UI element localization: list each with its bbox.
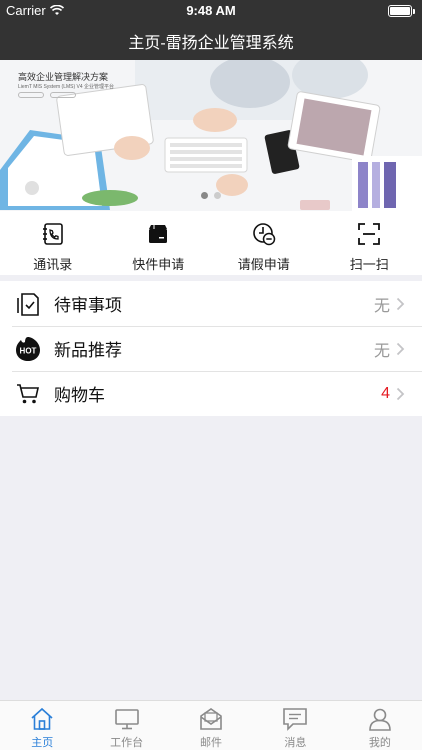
carousel-pager xyxy=(0,192,422,199)
message-icon xyxy=(283,708,308,731)
carousel-dot[interactable] xyxy=(201,192,208,199)
quick-action-leave[interactable]: 请假申请 xyxy=(211,211,317,275)
tab-label: 主页 xyxy=(31,737,54,749)
quick-action-scan[interactable]: 扫一扫 xyxy=(317,211,422,275)
chevron-right-icon xyxy=(396,297,405,310)
banner-headline: 高效企业管理解决方案 xyxy=(18,72,109,82)
tab-bar: 主页 工作台 邮件 消息 我的 xyxy=(0,700,422,750)
nav-bar: 主页-雷扬企业管理系统 xyxy=(0,22,422,60)
banner-mini-buttons xyxy=(18,92,76,98)
tab-home[interactable]: 主页 xyxy=(0,701,84,750)
tab-messages[interactable]: 消息 xyxy=(253,701,337,750)
menu-list: 待审事项 无 HOT 新品推荐 无 购物车 4 xyxy=(0,281,422,416)
list-item-pending-approvals[interactable]: 待审事项 无 xyxy=(0,281,422,326)
tab-label: 工作台 xyxy=(110,737,144,749)
quick-action-label: 快件申请 xyxy=(132,257,185,272)
page-title: 主页-雷扬企业管理系统 xyxy=(128,35,294,52)
monitor-icon xyxy=(114,709,139,730)
list-item-label: 新品推荐 xyxy=(54,341,122,360)
checklist-icon xyxy=(17,292,39,316)
svg-text:HOT: HOT xyxy=(20,346,37,355)
chevron-right-icon xyxy=(396,387,405,400)
quick-action-contacts[interactable]: 通讯录 xyxy=(0,211,106,275)
scan-frame-icon xyxy=(358,223,381,245)
list-item-value: 无 xyxy=(373,297,390,315)
carousel-dot[interactable] xyxy=(214,192,221,199)
list-item-new-products[interactable]: HOT 新品推荐 无 xyxy=(0,326,422,371)
tab-label: 邮件 xyxy=(200,737,223,749)
list-item-value: 无 xyxy=(373,342,390,360)
quick-action-package[interactable]: 快件申请 xyxy=(106,211,212,275)
chevron-right-icon xyxy=(396,342,405,355)
hot-badge-icon: HOT xyxy=(16,336,40,361)
tab-profile[interactable]: 我的 xyxy=(338,701,422,750)
cart-icon xyxy=(17,383,39,403)
list-item-label: 购物车 xyxy=(54,386,105,405)
contacts-book-icon xyxy=(42,223,63,245)
battery-icon xyxy=(388,5,415,17)
user-icon xyxy=(369,708,391,731)
mail-icon xyxy=(200,708,222,730)
tab-workbench[interactable]: 工作台 xyxy=(84,701,168,750)
status-time: 9:48 AM xyxy=(186,3,236,18)
banner-subline: LiemT MIS System (LMS) V4 企业管理平台 xyxy=(18,84,115,90)
status-bar: Carrier 9:48 AM xyxy=(0,0,422,22)
list-item-label: 待审事项 xyxy=(54,296,122,315)
list-item-shopping-cart[interactable]: 购物车 4 xyxy=(0,371,422,416)
cart-count-value: 4 xyxy=(381,384,390,402)
tab-label: 我的 xyxy=(368,737,391,749)
quick-actions-bar: 通讯录 快件申请 请假申请 扫一扫 xyxy=(0,211,422,275)
tab-mail[interactable]: 邮件 xyxy=(169,701,253,750)
clock-minus-icon xyxy=(252,223,275,246)
quick-action-label: 通讯录 xyxy=(33,257,73,272)
tab-label: 消息 xyxy=(284,737,307,749)
banner-carousel[interactable]: 高效企业管理解决方案 LiemT MIS System (LMS) V4 企业管… xyxy=(0,60,422,211)
package-icon xyxy=(149,225,168,243)
quick-action-label: 扫一扫 xyxy=(349,257,389,272)
quick-action-label: 请假申请 xyxy=(237,257,290,272)
home-icon xyxy=(31,707,53,730)
